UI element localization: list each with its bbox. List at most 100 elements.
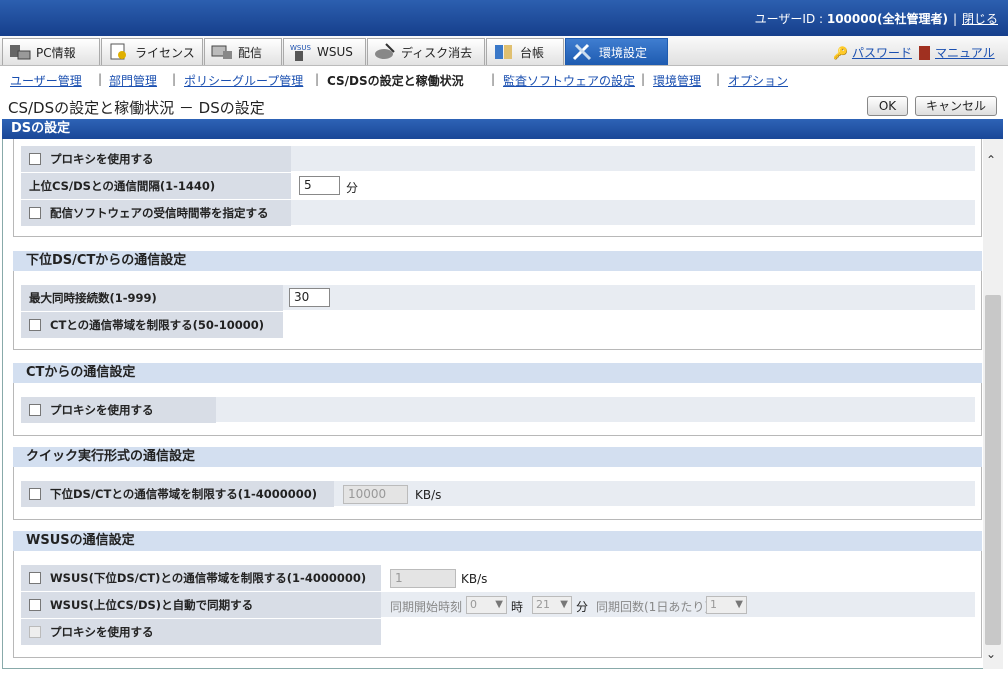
row-label: 配信ソフトウェアの受信時間帯を指定する: [21, 200, 291, 226]
subnav-policy-group[interactable]: ポリシーグループ管理: [184, 72, 303, 89]
ct-comm-title: CTからの通信設定: [13, 363, 982, 383]
label-text: 下位DS/CTとの通信帯域を制限する(1-4000000): [50, 487, 317, 501]
tab-wsus[interactable]: WSUS WSUS: [283, 38, 366, 65]
tab-label: 配信: [238, 45, 263, 60]
tab-settings[interactable]: 環境設定: [565, 38, 668, 65]
quick-limit-checkbox[interactable]: [29, 488, 41, 500]
row-label: 上位CS/DSとの通信間隔(1-1440): [21, 173, 291, 199]
password-link[interactable]: パスワード: [852, 44, 912, 61]
user-id-value: 100000(全社管理者): [826, 12, 948, 26]
tab-pc-info[interactable]: PC情報: [2, 38, 100, 65]
sync-hour-value: 0: [470, 598, 477, 611]
row-interval: 上位CS/DSとの通信間隔(1-1440) 5 分: [21, 173, 975, 199]
scroll-thumb[interactable]: [985, 295, 1001, 645]
distribution-icon: [211, 43, 233, 61]
scroll-up-icon[interactable]: ⌃: [986, 153, 996, 167]
close-link[interactable]: 閉じる: [962, 12, 998, 26]
tab-disk-erase[interactable]: ディスク消去: [367, 38, 485, 65]
ok-button[interactable]: OK: [867, 96, 908, 116]
user-info: ユーザーID : 100000(全社管理者) | 閉じる: [755, 10, 998, 27]
wsus-limit-input[interactable]: 1: [390, 569, 456, 588]
tab-ledger[interactable]: 台帳: [486, 38, 564, 65]
row-label: プロキシを使用する: [21, 619, 381, 645]
quick-limit-input[interactable]: 10000: [343, 485, 408, 504]
scroll-down-icon[interactable]: ⌄: [986, 647, 996, 661]
tab-label: WSUS: [317, 45, 353, 59]
wsus-limit-unit: KB/s: [461, 572, 488, 586]
row-wsus-limit: WSUS(下位DS/CT)との通信帯域を制限する(1-4000000) 1 KB…: [21, 565, 975, 591]
row-recv-time: 配信ソフトウェアの受信時間帯を指定する: [21, 200, 975, 226]
chevron-down-icon: ▼: [560, 599, 568, 610]
subnav-sep: |: [491, 72, 496, 86]
tab-distribution[interactable]: 配信: [204, 38, 282, 65]
cancel-button[interactable]: キャンセル: [915, 96, 997, 116]
quick-limit-unit: KB/s: [415, 488, 442, 502]
sync-hour-select[interactable]: 0 ▼: [466, 596, 507, 614]
sync-count-value: 1: [710, 598, 717, 611]
interval-input[interactable]: 5: [299, 176, 340, 195]
recv-time-checkbox[interactable]: [29, 207, 41, 219]
label-text: CTとの通信帯域を制限する(50-10000): [50, 318, 264, 332]
wsus-icon-text: WSUS: [290, 44, 311, 52]
row-label: WSUS(下位DS/CT)との通信帯域を制限する(1-4000000): [21, 565, 381, 591]
tab-label: 台帳: [520, 45, 545, 60]
title-row: CS/DSの設定と稼働状況 － DSの設定 OK キャンセル: [0, 93, 1008, 119]
row-quick-limit: 下位DS/CTとの通信帯域を制限する(1-4000000) 10000 KB/s: [21, 481, 975, 507]
tab-label: ディスク消去: [401, 45, 473, 60]
hour-unit: 時: [511, 600, 524, 614]
sync-start-label: 同期開始時刻: [390, 600, 463, 614]
disk-erase-icon: [374, 43, 396, 61]
label-text: プロキシを使用する: [50, 403, 154, 417]
row-label: WSUS(上位CS/DS)と自動で同期する: [21, 592, 381, 618]
subnav-sep: |: [716, 72, 721, 86]
ledger-icon: [493, 43, 515, 61]
subnav-audit[interactable]: 監査ソフトウェアの設定: [503, 72, 635, 89]
sync-minute-value: 21: [536, 598, 550, 611]
label-text: プロキシを使用する: [50, 625, 154, 639]
tab-label: PC情報: [36, 45, 76, 60]
wsus-sync-checkbox[interactable]: [29, 599, 41, 611]
quick-comm-title: クイック実行形式の通信設定: [13, 447, 982, 467]
row-ct-proxy: プロキシを使用する: [21, 397, 975, 423]
book-icon: [919, 45, 930, 60]
pc-icon: [9, 43, 31, 61]
label-text: WSUS(下位DS/CT)との通信帯域を制限する(1-4000000): [50, 571, 367, 585]
subnav-csds-current: CS/DSの設定と稼働状況: [327, 74, 464, 88]
wsus-limit-checkbox[interactable]: [29, 572, 41, 584]
settings-scroll-pane[interactable]: プロキシを使用する 上位CS/DSとの通信間隔(1-1440) 5 分 配信ソフ…: [2, 139, 1003, 669]
page-title: CS/DSの設定と稼働状況 － DSの設定: [8, 99, 265, 117]
tab-label: ライセンス: [135, 45, 195, 60]
main-tab-bar: PC情報 ライセンス 配信 WSUS WSUS ディスク消去 台帳 環境設定 🔑…: [0, 36, 1008, 66]
row-wsus-sync: WSUS(上位CS/DS)と自動で同期する 同期開始時刻 0 ▼ 時 21 ▼ 分 …: [21, 592, 975, 618]
max-conn-input[interactable]: 30: [289, 288, 330, 307]
top-bar: ユーザーID : 100000(全社管理者) | 閉じる: [0, 0, 1008, 36]
lower-comm-title: 下位DS/CTからの通信設定: [13, 251, 982, 271]
ct-bandwidth-checkbox[interactable]: [29, 319, 41, 331]
row-label: 下位DS/CTとの通信帯域を制限する(1-4000000): [21, 481, 334, 507]
subnav-option[interactable]: オプション: [728, 72, 788, 89]
row-label: 最大同時接続数(1-999): [21, 285, 283, 311]
chevron-down-icon: ▼: [495, 599, 503, 610]
sync-count-select[interactable]: 1 ▼: [706, 596, 747, 614]
subnav-env-mgmt[interactable]: 環境管理: [653, 72, 701, 89]
vertical-scrollbar[interactable]: ⌃ ⌄: [983, 139, 1003, 669]
settings-tools-icon: [572, 43, 594, 61]
ct-proxy-checkbox[interactable]: [29, 404, 41, 416]
interval-unit: 分: [346, 181, 359, 195]
wsus-icon: WSUS: [290, 43, 312, 61]
label-text: プロキシを使用する: [50, 152, 154, 166]
subnav-sep: |: [315, 72, 320, 86]
proxy-checkbox[interactable]: [29, 153, 41, 165]
subnav-user-mgmt[interactable]: ユーザー管理: [10, 72, 82, 89]
sync-minute-select[interactable]: 21 ▼: [532, 596, 572, 614]
wsus-proxy-checkbox[interactable]: [29, 626, 41, 638]
row-ct-bandwidth: CTとの通信帯域を制限する(50-10000): [21, 312, 975, 338]
manual-link-wrap[interactable]: マニュアル: [919, 44, 995, 61]
tab-license[interactable]: ライセンス: [101, 38, 203, 65]
wsus-comm-title: WSUSの通信設定: [13, 531, 982, 551]
password-link-wrap[interactable]: 🔑 パスワード: [833, 44, 912, 61]
subnav-dept-mgmt[interactable]: 部門管理: [109, 72, 157, 89]
row-label: プロキシを使用する: [21, 397, 216, 423]
manual-link[interactable]: マニュアル: [935, 44, 995, 61]
minute-unit: 分: [576, 600, 589, 614]
